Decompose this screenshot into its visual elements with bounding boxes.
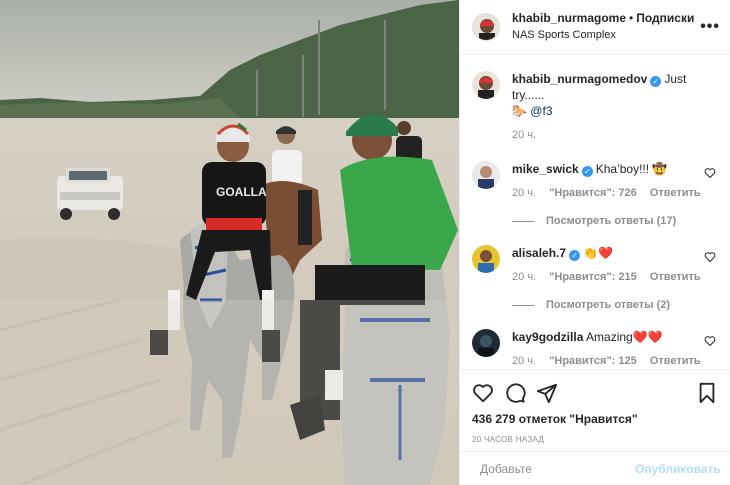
view-replies-label: Посмотреть ответы (2)	[546, 299, 671, 311]
replies-divider	[512, 220, 534, 222]
action-icons	[472, 378, 718, 408]
post-date[interactable]: 20 ЧАСОВ НАЗАД	[472, 435, 718, 444]
more-options-icon[interactable]: •••	[700, 18, 720, 36]
location-link[interactable]: NAS Sports Complex	[512, 28, 694, 43]
comment-username[interactable]: alisaleh.7	[512, 246, 566, 260]
post-actions: 436 279 отметок "Нравится" 20 ЧАСОВ НАЗА…	[460, 369, 730, 451]
like-comment-heart-icon[interactable]	[704, 251, 716, 263]
shirt-text: GOALLA	[216, 185, 267, 199]
comment-row: mike_swick ✓ Kha’boy!!! 🤠 20 ч. "Нравится"…	[472, 161, 718, 201]
like-comment-heart-icon[interactable]	[704, 335, 716, 347]
likes-count[interactable]: 436 279 отметок "Нравится"	[472, 412, 718, 426]
comment-time[interactable]: 20 ч.	[512, 271, 536, 283]
avatar-image	[473, 14, 499, 40]
comment-time[interactable]: 20 ч.	[512, 355, 536, 367]
comment-row: kay9godzilla Amazing❤️❤️ 20 ч. "Нравится…	[472, 329, 718, 369]
verified-badge-icon: ✓	[569, 250, 581, 261]
comment-text: 👏❤️	[583, 246, 613, 260]
caption-username[interactable]: khabib_nurmagomedov	[512, 72, 647, 86]
caption-avatar[interactable]	[472, 71, 500, 99]
comment-likes[interactable]: "Нравится": 215	[549, 271, 637, 283]
caption-mention-link[interactable]: @f3	[530, 104, 552, 118]
avatar-image	[472, 161, 500, 189]
comment-username[interactable]: kay9godzilla	[512, 330, 583, 344]
avatar-image	[472, 71, 500, 99]
photo-horse-riders: GOALLA	[0, 0, 459, 485]
comment-text: Amazing❤️❤️	[586, 330, 663, 344]
comment-time[interactable]: 20 ч.	[512, 187, 536, 199]
publish-button[interactable]: Опубликовать	[635, 462, 721, 476]
avatar-image	[472, 245, 500, 273]
share-send-icon[interactable]	[536, 382, 558, 404]
verified-badge-icon: ✓	[650, 76, 662, 87]
instagram-post: GOALLA khabib_nurmagome • Подписки NAS S…	[0, 0, 730, 485]
comment-likes[interactable]: "Нравится": 125	[549, 355, 637, 367]
following-button[interactable]: Подписки	[636, 11, 694, 25]
comment-avatar[interactable]	[472, 245, 500, 273]
comment-text: Kha’boy!!! 🤠	[595, 162, 668, 176]
avatar-image	[472, 329, 500, 357]
caption-row: khabib_nurmagomedov ✓ Just try...... 🐎 @f3…	[472, 71, 718, 143]
author-username[interactable]: khabib_nurmagome	[512, 11, 626, 25]
like-comment-heart-icon[interactable]	[704, 167, 716, 179]
caption-emoji: 🐎	[512, 104, 527, 118]
comment-likes[interactable]: "Нравится": 726	[549, 187, 637, 199]
header-text: khabib_nurmagome • Подписки NAS Sports Com…	[512, 11, 694, 43]
verified-badge-icon: ✓	[581, 166, 593, 177]
separator-dot: •	[629, 11, 634, 25]
view-replies-button[interactable]: Посмотреть ответы (2)	[512, 299, 718, 311]
view-replies-button[interactable]: Посмотреть ответы (17)	[512, 215, 718, 227]
comment-bubble-icon[interactable]	[504, 382, 526, 404]
like-heart-icon[interactable]	[472, 382, 494, 404]
comment-username[interactable]: mike_swick	[512, 162, 579, 176]
reply-button[interactable]: Ответить	[650, 355, 701, 367]
add-comment-input[interactable]	[480, 461, 635, 476]
post-header: khabib_nurmagome • Подписки NAS Sports Com…	[460, 0, 730, 55]
reply-button[interactable]: Ответить	[650, 187, 701, 199]
comments-section: khabib_nurmagomedov ✓ Just try...... 🐎 @f3…	[460, 55, 730, 369]
post-photo[interactable]: GOALLA	[0, 0, 459, 485]
replies-divider	[512, 304, 534, 306]
save-bookmark-icon[interactable]	[696, 382, 718, 404]
caption-time[interactable]: 20 ч.	[512, 129, 536, 141]
add-comment-bar: Опубликовать	[460, 451, 730, 485]
comment-avatar[interactable]	[472, 161, 500, 189]
author-avatar[interactable]	[472, 13, 500, 41]
post-side-panel: khabib_nurmagome • Подписки NAS Sports Com…	[459, 0, 730, 485]
reply-button[interactable]: Ответить	[650, 271, 701, 283]
view-replies-label: Посмотреть ответы (17)	[546, 215, 677, 227]
comment-avatar[interactable]	[472, 329, 500, 357]
comment-row: alisaleh.7 ✓ 👏❤️ 20 ч. "Нравится": 215 Отв…	[472, 245, 718, 285]
